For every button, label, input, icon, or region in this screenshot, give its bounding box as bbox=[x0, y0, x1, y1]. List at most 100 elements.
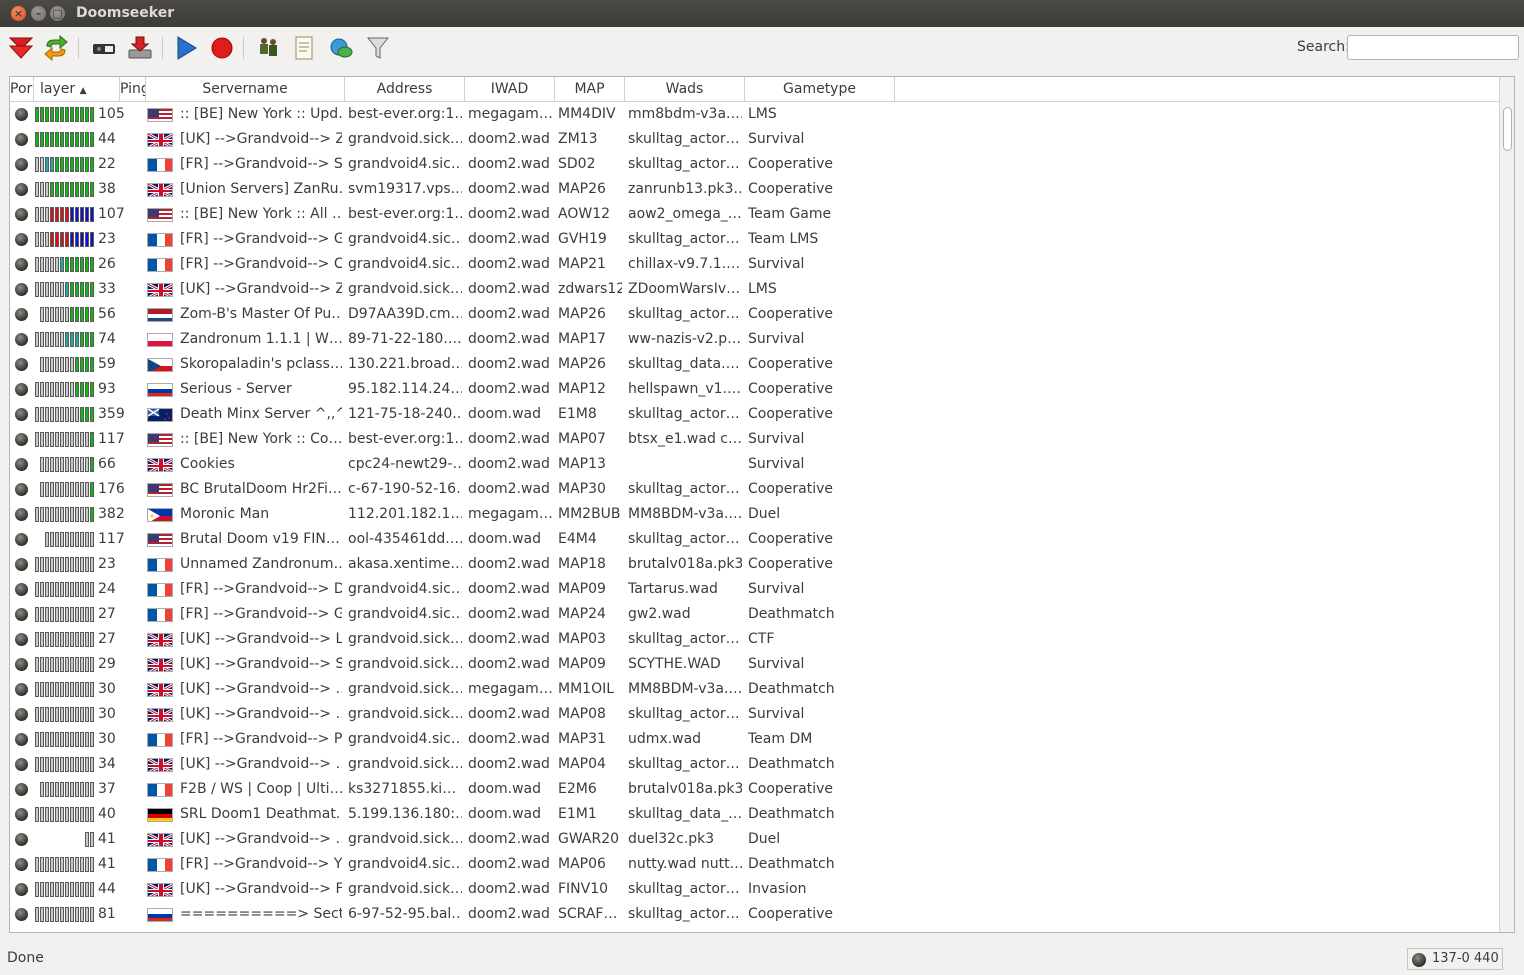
player-slot bbox=[40, 432, 44, 447]
table-row[interactable]: 56 Zom-B's Master Of Pu… D97AA39D.cm… doom2… bbox=[10, 302, 1499, 327]
player-slot bbox=[35, 507, 39, 522]
player-slot bbox=[50, 582, 54, 597]
minimize-window-button[interactable]: – bbox=[31, 6, 46, 21]
column-header-ping[interactable]: Ping bbox=[120, 77, 146, 102]
player-slot bbox=[80, 707, 84, 722]
get-servers-icon bbox=[8, 37, 34, 59]
ping-cell: 93 bbox=[98, 381, 116, 397]
connect-button[interactable] bbox=[90, 34, 118, 62]
column-header-gametype[interactable]: Gametype bbox=[745, 77, 895, 102]
refresh-button[interactable] bbox=[42, 34, 70, 62]
column-header-address[interactable]: Address bbox=[345, 77, 465, 102]
table-row[interactable]: 93 Serious - Server 95.182.114.24… doom2.wa… bbox=[10, 377, 1499, 402]
column-header-port[interactable]: Por bbox=[10, 77, 34, 102]
table-row[interactable]: 23 Unnamed Zandronum… akasa.xentime… doom2.… bbox=[10, 552, 1499, 577]
players-bar bbox=[35, 257, 95, 272]
table-row[interactable]: 66 Cookies cpc24-newt29-… doom2.wad MAP13 Sur… bbox=[10, 452, 1499, 477]
table-row[interactable]: 22 [FR] -->Grandvoid--> S… grandvoid4.sic…… bbox=[10, 152, 1499, 177]
maximize-window-button[interactable]: □ bbox=[50, 6, 65, 21]
column-header-wads[interactable]: Wads bbox=[625, 77, 745, 102]
address-cell: grandvoid.sick… bbox=[348, 681, 462, 697]
table-row[interactable]: 117 Brutal Doom v19 FIN… ool-435461dd.… doo… bbox=[10, 527, 1499, 552]
column-header-map[interactable]: MAP bbox=[555, 77, 625, 102]
player-slot bbox=[70, 482, 74, 497]
get-servers-button[interactable] bbox=[7, 34, 35, 62]
table-row[interactable]: 44 [UK] -->Grandvoid--> F… grandvoid.sick…… bbox=[10, 877, 1499, 902]
table-row[interactable]: 74 Zandronum 1.1.1 | W… 89-71-22-180.… doom… bbox=[10, 327, 1499, 352]
column-header-iwad[interactable]: IWAD bbox=[465, 77, 555, 102]
table-row[interactable]: 107:: [BE] New York :: All … best-ever.or… bbox=[10, 202, 1499, 227]
player-slot bbox=[40, 682, 44, 697]
table-row[interactable]: 105:: [BE] New York :: Upd… best-ever.org… bbox=[10, 102, 1499, 127]
player-slot bbox=[75, 557, 79, 572]
player-slot bbox=[75, 782, 79, 797]
table-row[interactable]: 40 SRL Doom1 Deathmat… 5.199.136.180:… doom… bbox=[10, 802, 1499, 827]
search-input[interactable] bbox=[1347, 35, 1519, 60]
players-bar bbox=[35, 882, 95, 897]
filter-button[interactable] bbox=[364, 34, 392, 62]
iwad-cell: doom2.wad bbox=[468, 231, 550, 247]
table-row[interactable]: 30 [UK] -->Grandvoid--> … grandvoid.sick… m… bbox=[10, 677, 1499, 702]
close-window-button[interactable]: × bbox=[11, 6, 26, 21]
scrollbar-thumb[interactable] bbox=[1503, 107, 1512, 151]
player-slot bbox=[45, 432, 49, 447]
map-cell: MM2BUB bbox=[558, 506, 621, 522]
column-header-players[interactable]: layer ▲ bbox=[34, 77, 120, 102]
play-button[interactable] bbox=[172, 34, 200, 62]
player-slot bbox=[75, 757, 79, 772]
gametype-cell: CTF bbox=[748, 631, 775, 647]
table-row[interactable]: 34 [UK] -->Grandvoid--> … grandvoid.sick… d… bbox=[10, 752, 1499, 777]
player-slot bbox=[85, 707, 89, 722]
address-cell: best-ever.org:1… bbox=[348, 431, 462, 447]
country-flag-icon bbox=[147, 158, 173, 172]
player-slot bbox=[65, 432, 69, 447]
table-row[interactable]: 41 [UK] -->Grandvoid--> … grandvoid.sick… d… bbox=[10, 827, 1499, 852]
player-slot bbox=[80, 432, 84, 447]
table-row[interactable]: 30 [FR] -->Grandvoid--> P… grandvoid4.sic…… bbox=[10, 727, 1499, 752]
player-slot bbox=[70, 507, 74, 522]
player-slot bbox=[85, 407, 89, 422]
table-row[interactable]: 41 [FR] -->Grandvoid--> Y… grandvoid4.sic…… bbox=[10, 852, 1499, 877]
table-row[interactable]: 30 [UK] -->Grandvoid--> … grandvoid.sick… d… bbox=[10, 702, 1499, 727]
ping-cell: 44 bbox=[98, 881, 116, 897]
table-row[interactable]: 26 [FR] -->Grandvoid--> C… grandvoid4.sic…… bbox=[10, 252, 1499, 277]
player-slot bbox=[75, 657, 79, 672]
irc-chat-button[interactable] bbox=[327, 34, 355, 62]
log-button[interactable] bbox=[290, 34, 318, 62]
table-row[interactable]: 33 [UK] -->Grandvoid--> Z… grandvoid.sick…… bbox=[10, 277, 1499, 302]
table-row[interactable]: 117:: [BE] New York :: Co… best-ever.org:… bbox=[10, 427, 1499, 452]
player-slot bbox=[70, 107, 74, 122]
table-row[interactable]: 81 ==========> Sectorc… 6-97-52-95.bal… doo… bbox=[10, 902, 1499, 927]
vertical-scrollbar[interactable] bbox=[1499, 77, 1514, 932]
servername-cell: [UK] -->Grandvoid--> Z… bbox=[180, 281, 342, 297]
iwad-cell: doom2.wad bbox=[468, 631, 550, 647]
player-slot bbox=[90, 482, 94, 497]
table-row[interactable]: 382 Moronic Man 112.201.182.1… megagam… MM2B… bbox=[10, 502, 1499, 527]
column-header-servername[interactable]: Servername bbox=[146, 77, 345, 102]
ping-cell: 41 bbox=[98, 856, 116, 872]
table-row[interactable]: 59 Skoropaladin's pclass… 130.221.broad… do… bbox=[10, 352, 1499, 377]
address-cell: grandvoid.sick… bbox=[348, 131, 462, 147]
table-row[interactable]: 23 [FR] -->Grandvoid--> G… grandvoid4.sic…… bbox=[10, 227, 1499, 252]
table-row[interactable]: 176 BC BrutalDoom Hr2Fi… c-67-190-52-16… do… bbox=[10, 477, 1499, 502]
table-row[interactable]: 44 [UK] -->Grandvoid--> Z… grandvoid.sick…… bbox=[10, 127, 1499, 152]
table-row[interactable]: 24 [FR] -->Grandvoid--> D… grandvoid4.sic…… bbox=[10, 577, 1499, 602]
player-slot bbox=[70, 457, 74, 472]
record-button[interactable] bbox=[208, 34, 236, 62]
player-slot bbox=[75, 357, 79, 372]
table-row[interactable]: 27 [FR] -->Grandvoid--> G… grandvoid4.sic…… bbox=[10, 602, 1499, 627]
wads-cell: skulltag_data_… bbox=[628, 806, 742, 822]
player-slot bbox=[65, 232, 69, 247]
address-cell: D97AA39D.cm… bbox=[348, 306, 462, 322]
iwad-cell: doom2.wad bbox=[468, 381, 550, 397]
install-button[interactable] bbox=[126, 34, 154, 62]
address-cell: grandvoid.sick… bbox=[348, 831, 462, 847]
table-row[interactable]: 38 [Union Servers] ZanRu… svm19317.vps.… do… bbox=[10, 177, 1499, 202]
ping-cell: 44 bbox=[98, 131, 116, 147]
buddies-button[interactable] bbox=[254, 34, 282, 62]
table-row[interactable]: 27 [UK] -->Grandvoid--> L… grandvoid.sick…… bbox=[10, 627, 1499, 652]
table-row[interactable]: 29 [UK] -->Grandvoid--> S… grandvoid.sick…… bbox=[10, 652, 1499, 677]
table-row[interactable]: 359 Death Minx Server ^,,^ 121-75-18-240.…… bbox=[10, 402, 1499, 427]
player-slot bbox=[80, 857, 84, 872]
table-row[interactable]: 37 F2B / WS | Coop | Ulti… ks3271855.ki… do… bbox=[10, 777, 1499, 802]
